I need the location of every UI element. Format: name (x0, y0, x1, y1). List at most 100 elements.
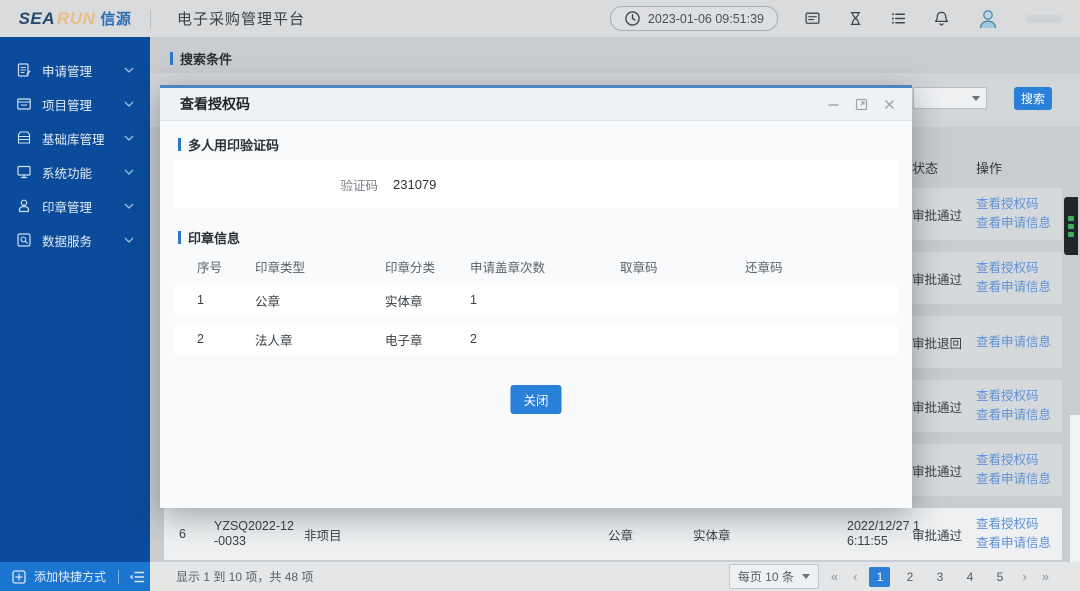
view-application-link[interactable]: 查看申请信息 (976, 214, 1051, 233)
chevron-down-icon (124, 135, 134, 141)
seal-row-type: 法人章 (255, 323, 293, 355)
seal-class: 实体章 (693, 508, 731, 560)
page-button-4[interactable]: 4 (959, 567, 980, 587)
search-button[interactable]: 搜索 (1014, 87, 1052, 110)
view-application-link[interactable]: 查看申请信息 (976, 534, 1051, 553)
verify-code-section-title: 多人用印验证码 (178, 135, 279, 154)
minimize-icon[interactable] (827, 98, 840, 111)
col-seal-type: 印章类型 (255, 254, 305, 278)
username-placeholder (1026, 15, 1062, 23)
sidebar-item-data-services[interactable]: 数据服务 (0, 223, 150, 257)
caret-down-icon (802, 574, 810, 579)
application-code: YZSQ2022-12-0033 (214, 508, 294, 560)
seal-row-no: 2 (197, 323, 204, 355)
search-conditions-title: 搜索条件 (170, 49, 232, 68)
chevron-down-icon (124, 169, 134, 175)
table-row: 6 YZSQ2022-12-0033 非项目 公章 实体章 2022/12/27… (164, 508, 1062, 560)
close-icon[interactable] (883, 98, 896, 111)
chevron-down-icon (124, 237, 134, 243)
first-page-button[interactable]: « (828, 569, 841, 584)
column-header-actions: 操作 (976, 158, 1002, 177)
status-text: 审批通过 (912, 508, 962, 560)
sidebar-item-label: 项目管理 (42, 95, 124, 114)
app-logo: SEA RUN 信源 (0, 8, 150, 29)
project-type: 非项目 (304, 508, 342, 560)
page-button-1[interactable]: 1 (869, 567, 890, 587)
sidebar-item-system-functions[interactable]: 系统功能 (0, 155, 150, 189)
page-button-2[interactable]: 2 (899, 567, 920, 587)
col-seal-class: 印章分类 (385, 254, 435, 278)
database-icon (16, 130, 32, 146)
seal-table-row: 2 法人章 电子章 2 (175, 323, 897, 355)
col-return-code: 还章码 (745, 254, 783, 278)
section-accent-bar (170, 52, 173, 65)
next-page-button[interactable]: › (1019, 569, 1029, 584)
status-text: 审批通过 (912, 444, 962, 496)
view-auth-code-link[interactable]: 查看授权码 (976, 451, 1051, 470)
status-text: 审批退回 (912, 316, 962, 368)
sidebar-item-project-mgmt[interactable]: 项目管理 (0, 87, 150, 121)
page-title: 电子采购管理平台 (177, 8, 305, 29)
seal-type: 公章 (608, 508, 633, 560)
sidebar-item-label: 系统功能 (42, 163, 124, 182)
sidebar-item-label: 基础库管理 (42, 129, 124, 148)
monitor-icon (16, 164, 32, 180)
view-auth-code-link[interactable]: 查看授权码 (976, 195, 1051, 214)
caret-down-icon (972, 96, 980, 101)
list-icon[interactable] (890, 10, 907, 27)
view-application-link[interactable]: 查看申请信息 (976, 333, 1051, 352)
popout-icon[interactable] (855, 98, 868, 111)
filter-select[interactable] (913, 87, 987, 109)
seal-row-count: 1 (470, 284, 477, 316)
page-button-5[interactable]: 5 (989, 567, 1010, 587)
sidebar-item-seal-mgmt[interactable]: 印章管理 (0, 189, 150, 223)
seal-table-row: 1 公章 实体章 1 (175, 284, 897, 316)
view-auth-code-link[interactable]: 查看授权码 (976, 259, 1051, 278)
floating-side-widget[interactable] (1064, 197, 1078, 255)
add-square-icon (12, 570, 26, 584)
view-application-link[interactable]: 查看申请信息 (976, 406, 1051, 425)
collapse-menu-icon[interactable] (129, 570, 145, 584)
bell-icon[interactable] (933, 10, 950, 27)
footer-divider (118, 570, 119, 584)
logo-cn: 信源 (100, 8, 131, 29)
seal-row-type: 公章 (255, 284, 280, 316)
view-auth-code-dialog: 查看授权码 多人用印验证码 验证码 231079 印章信息 序号 印章类型 印章… (160, 85, 912, 508)
message-icon[interactable] (804, 10, 821, 27)
shortcut-bar: 添加快捷方式 (0, 562, 150, 591)
sidebar-item-application-mgmt[interactable]: 申请管理 (0, 53, 150, 87)
col-stamp-count: 申请盖章次数 (470, 254, 545, 278)
form-icon (16, 62, 32, 78)
seal-row-no: 1 (197, 284, 204, 316)
page-button-3[interactable]: 3 (929, 567, 950, 587)
logo-sea: SEA (19, 9, 55, 29)
seal-row-count: 2 (470, 323, 477, 355)
chevron-down-icon (124, 203, 134, 209)
hourglass-icon[interactable] (847, 10, 864, 27)
section-accent-bar (178, 231, 181, 244)
sidebar-item-label: 申请管理 (42, 61, 124, 80)
view-application-link[interactable]: 查看申请信息 (976, 278, 1051, 297)
chevron-down-icon (124, 101, 134, 107)
prev-page-button[interactable]: ‹ (850, 569, 860, 584)
last-page-button[interactable]: » (1039, 569, 1052, 584)
section-accent-bar (178, 138, 181, 151)
page-size-select[interactable]: 每页 10 条 (729, 564, 819, 589)
user-avatar[interactable] (976, 7, 1000, 31)
search-conditions-label: 搜索条件 (180, 49, 232, 68)
stamp-icon (16, 198, 32, 214)
dialog-header[interactable]: 查看授权码 (160, 88, 912, 121)
seal-table-header: 序号 印章类型 印章分类 申请盖章次数 取章码 还章码 (175, 254, 897, 278)
bottom-status-bar: 显示 1 到 10 项，共 48 项 每页 10 条 « ‹ 1 2 3 4 5… (150, 562, 1080, 591)
view-auth-code-link[interactable]: 查看授权码 (976, 515, 1051, 534)
seal-info-section-title: 印章信息 (178, 228, 240, 247)
close-button[interactable]: 关闭 (510, 385, 561, 414)
view-auth-code-link[interactable]: 查看授权码 (976, 387, 1051, 406)
add-shortcut-button[interactable]: 添加快捷方式 (34, 568, 106, 585)
right-edge-panel (1070, 415, 1080, 567)
folder-icon (16, 96, 32, 112)
sidebar-nav: 申请管理 项目管理 基础库管理 系统功能 印章管理 数据服务 (0, 37, 150, 562)
view-application-link[interactable]: 查看申请信息 (976, 470, 1051, 489)
sidebar-item-base-library-mgmt[interactable]: 基础库管理 (0, 121, 150, 155)
page-size-label: 每页 10 条 (738, 568, 794, 585)
